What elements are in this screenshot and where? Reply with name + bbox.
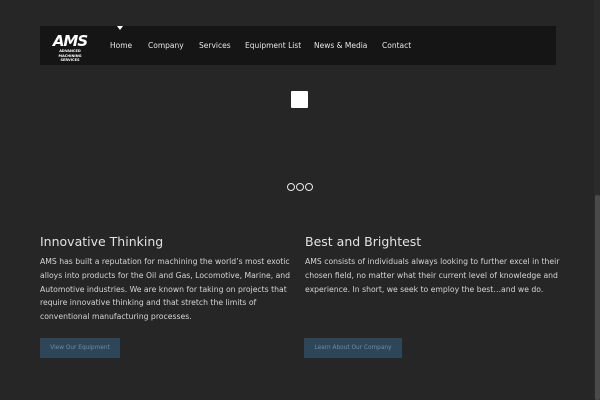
nav-item-news-media[interactable]: News & Media [314,26,367,65]
slider-dot-3[interactable] [305,183,313,191]
nav-item-contact[interactable]: Contact [382,26,411,65]
section-text: AMS consists of individuals always looki… [305,257,560,294]
nav-item-company[interactable]: Company [148,26,184,65]
logo-tagline: ADVANCED MACHINING SERVICES [58,49,82,62]
section-text: AMS has built a reputation for machining… [40,257,291,322]
main-navbar: AMS ADVANCED MACHINING SERVICES Home Com… [40,26,556,65]
section-title: Best and Brightest [305,234,422,249]
view-equipment-button[interactable]: View Our Equipment [40,338,120,358]
logo-wordmark: AMS [52,32,88,50]
page: AMS ADVANCED MACHINING SERVICES Home Com… [0,0,600,400]
ams-logo[interactable]: AMS ADVANCED MACHINING SERVICES [50,32,90,62]
innovative-thinking-section: Innovative Thinking AMS has built a repu… [40,233,295,324]
section-title: Innovative Thinking [40,234,164,249]
nav-item-services[interactable]: Services [199,26,231,65]
slider-pagination [287,183,315,192]
nav-item-equipment-list[interactable]: Equipment List [245,26,301,65]
scrollbar-thumb[interactable] [595,195,600,400]
slider-dot-1[interactable] [287,183,295,191]
slider-dot-2[interactable] [296,183,304,191]
best-and-brightest-section: Best and Brightest AMS consists of indiv… [305,233,560,296]
slider-loading-indicator [291,91,308,108]
learn-about-company-button[interactable]: Learn About Our Company [304,338,402,358]
nav-item-home[interactable]: Home [110,26,132,65]
